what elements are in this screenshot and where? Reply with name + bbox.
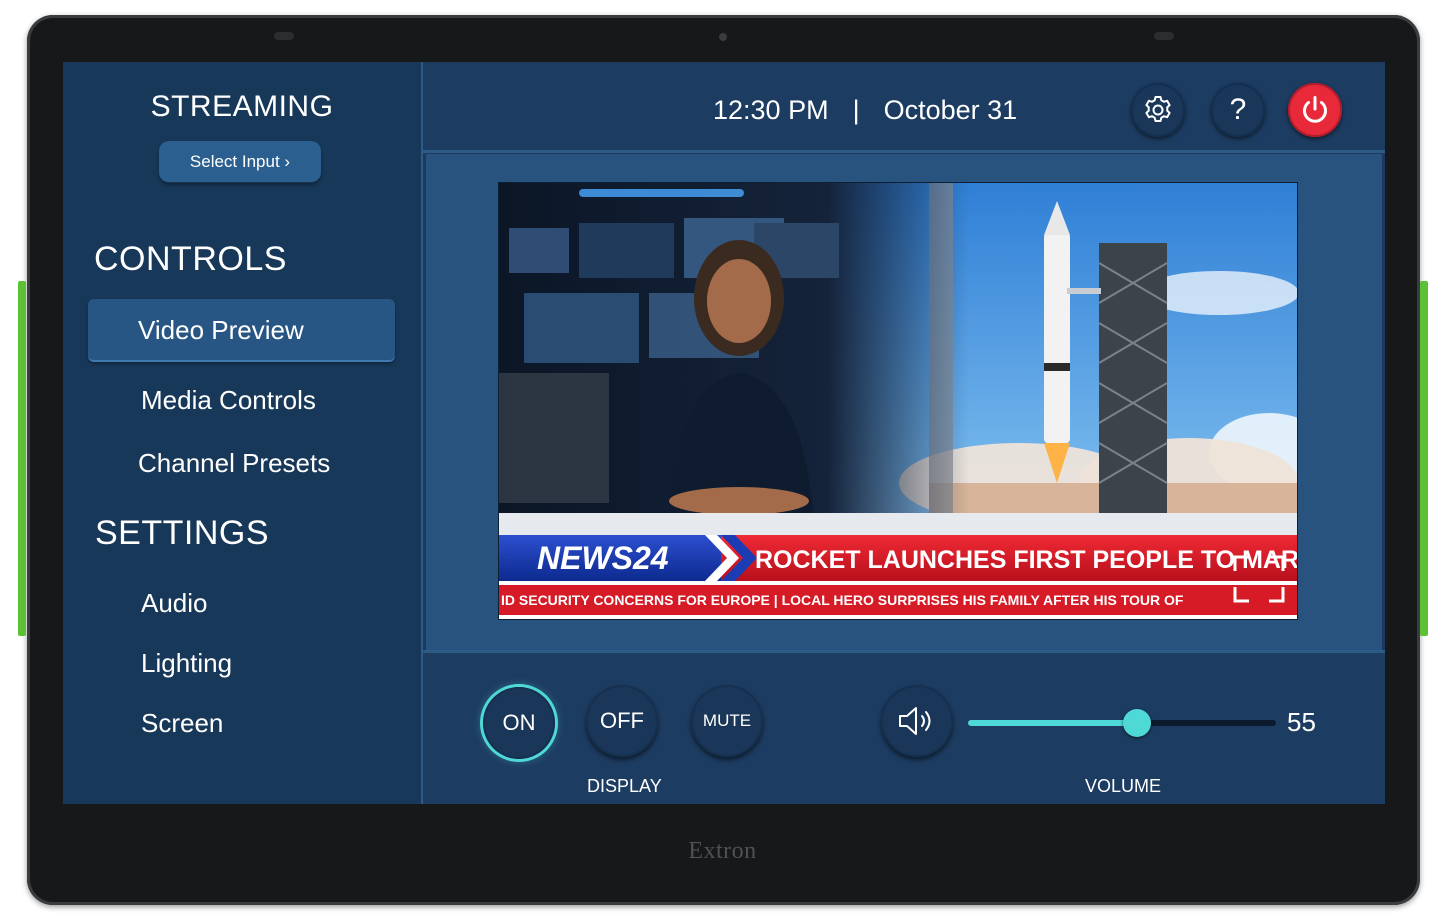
volume-slider[interactable] <box>968 709 1276 737</box>
date-time: 12:30 PM | October 31 <box>713 95 1017 126</box>
time-display: 12:30 PM <box>713 95 829 125</box>
sidebar: STREAMING Select Input › CONTROLS Video … <box>63 62 423 804</box>
settings-heading: SETTINGS <box>95 514 270 552</box>
help-icon: ? <box>1229 93 1247 126</box>
volume-mute-button[interactable] <box>881 685 953 757</box>
video-preview-panel: NEWS24 ROCKET LAUNCHES FIRST PEOPLE TO M… <box>426 154 1382 650</box>
controls-heading: CONTROLS <box>94 240 287 278</box>
display-off-label: OFF <box>600 708 644 733</box>
brand-logo: Extron <box>688 838 757 864</box>
volume-slider-handle[interactable] <box>1123 709 1152 737</box>
display-on-button[interactable]: ON <box>483 687 555 759</box>
display-on-label: ON <box>502 710 536 735</box>
camera-lens <box>719 33 727 41</box>
nav-item-media-controls[interactable]: Media Controls <box>88 369 395 432</box>
control-bar: ON OFF MUTE DISPLAY 55 VOLUME <box>423 650 1385 804</box>
time-date-separator: | <box>852 95 860 125</box>
news-headline: ROCKET LAUNCHES FIRST PEOPLE TO MARS <box>755 546 1297 574</box>
sensor <box>274 32 294 40</box>
video-preview[interactable]: NEWS24 ROCKET LAUNCHES FIRST PEOPLE TO M… <box>498 182 1298 620</box>
top-bar: 12:30 PM | October 31 ? <box>423 62 1385 153</box>
status-led-right <box>1420 281 1428 636</box>
nav-item-lighting[interactable]: Lighting <box>88 632 395 695</box>
gear-icon <box>1145 96 1171 122</box>
display-label: DISPLAY <box>587 776 662 796</box>
touch-screen: STREAMING Select Input › CONTROLS Video … <box>63 62 1385 804</box>
select-input-button[interactable]: Select Input › <box>159 141 321 183</box>
help-button[interactable]: ? <box>1211 83 1265 137</box>
mute-label: MUTE <box>702 711 752 730</box>
power-icon <box>1303 96 1327 123</box>
news-broadcast-image: NEWS24 ROCKET LAUNCHES FIRST PEOPLE TO M… <box>499 183 1297 619</box>
nav-item-audio[interactable]: Audio <box>88 572 395 635</box>
nav-item-video-preview[interactable]: Video Preview <box>88 299 395 362</box>
volume-label: VOLUME <box>1085 776 1162 796</box>
nav-item-screen[interactable]: Screen <box>88 692 395 755</box>
news-logo: NEWS24 <box>537 540 669 576</box>
date-display: October 31 <box>883 95 1018 125</box>
status-led-left <box>18 281 26 636</box>
settings-button[interactable] <box>1131 83 1185 137</box>
power-button[interactable] <box>1288 83 1342 137</box>
speaker-icon <box>899 707 931 735</box>
news-ticker: ID SECURITY CONCERNS FOR EUROPE | LOCAL … <box>501 592 1184 608</box>
streaming-title: STREAMING <box>150 90 334 123</box>
sensor <box>1154 32 1174 40</box>
display-off-button[interactable]: OFF <box>586 685 658 757</box>
volume-slider-fill <box>968 720 1138 726</box>
mute-button[interactable]: MUTE <box>691 685 763 757</box>
nav-item-channel-presets[interactable]: Channel Presets <box>88 432 395 495</box>
volume-value: 55 <box>1287 707 1316 737</box>
